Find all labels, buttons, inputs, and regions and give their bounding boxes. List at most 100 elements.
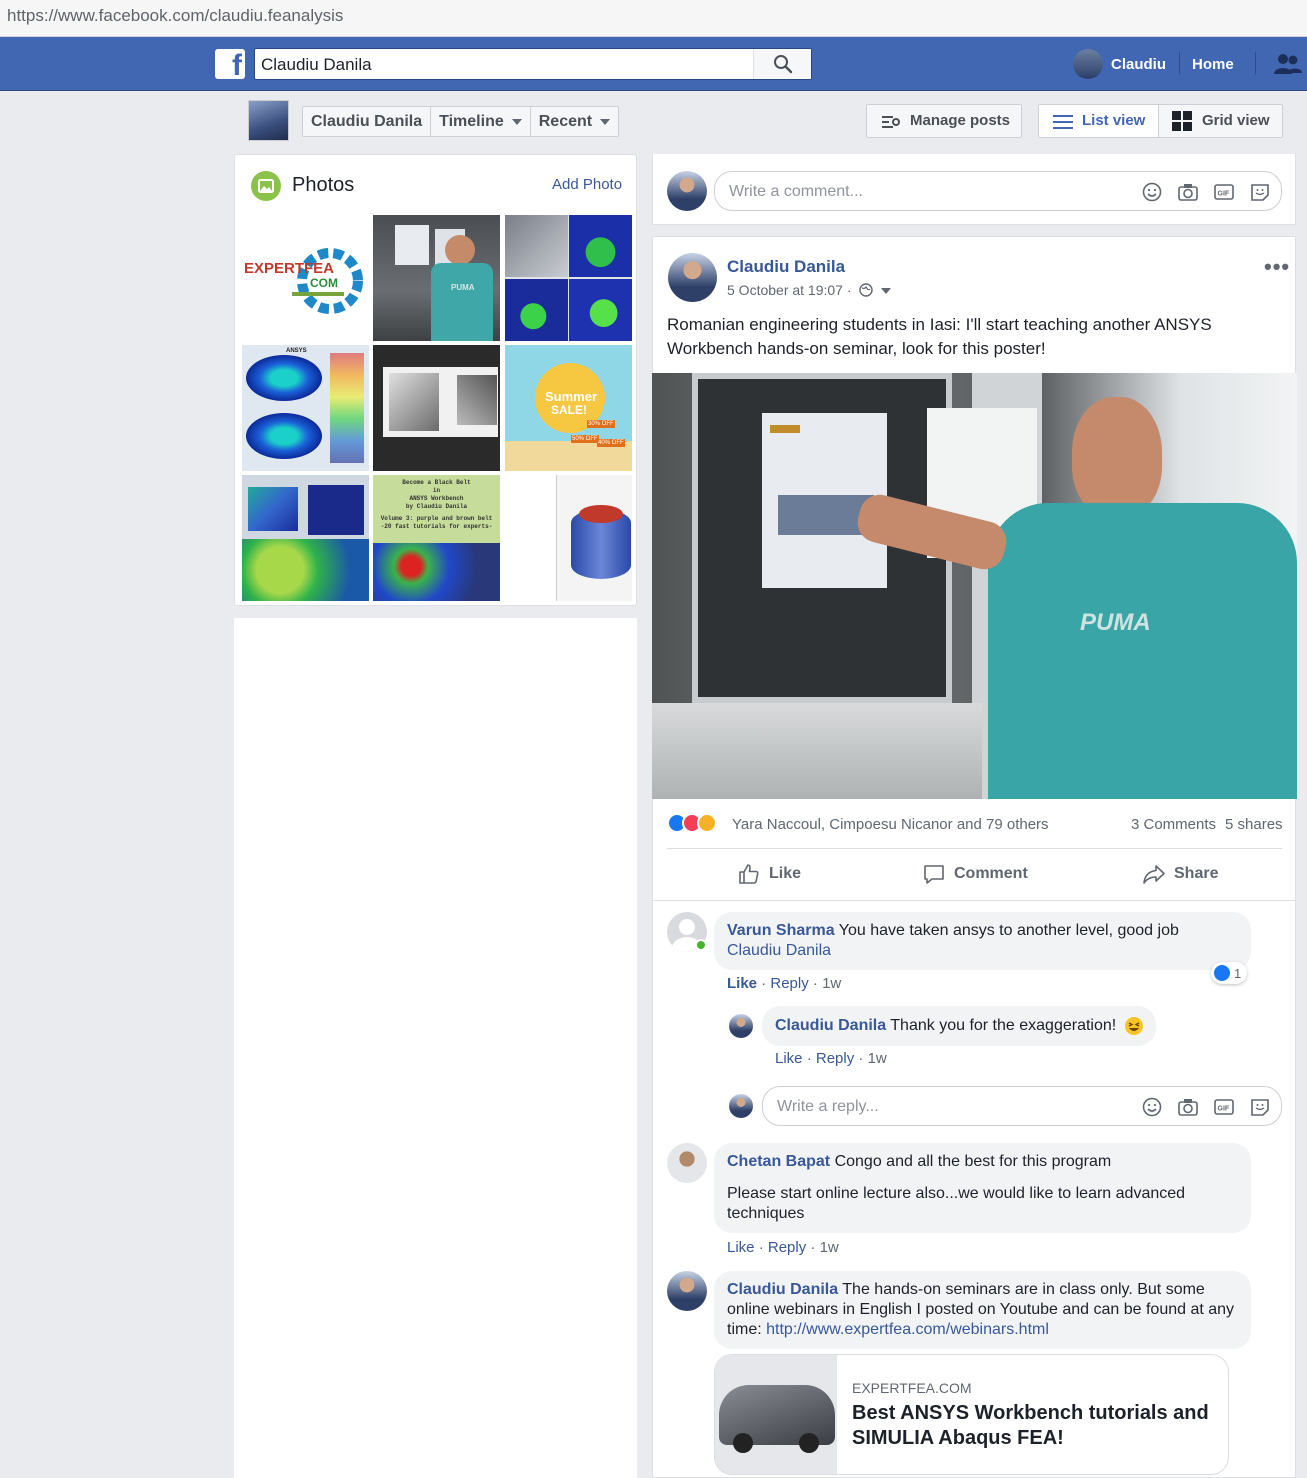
reply-like-link[interactable]: Like — [775, 1050, 803, 1067]
home-link[interactable]: Home — [1192, 56, 1234, 73]
friend-requests-icon[interactable] — [1272, 52, 1302, 76]
grid-view-button[interactable]: Grid view — [1160, 105, 1284, 137]
top-user-name[interactable]: Claudiu — [1111, 56, 1166, 73]
commenter-avatar[interactable] — [667, 171, 707, 211]
post-options-button[interactable]: ••• — [1264, 254, 1290, 280]
commenter-avatar[interactable] — [667, 1271, 707, 1311]
add-photo-link[interactable]: Add Photo — [552, 176, 622, 193]
fea-plate-image — [246, 355, 322, 401]
chevron-down-icon — [511, 118, 522, 125]
emoji-icon[interactable] — [1141, 181, 1163, 203]
search-box[interactable] — [254, 48, 812, 80]
timeline-dropdown[interactable]: Timeline — [431, 107, 531, 136]
comment-bubble: Chetan Bapat Congo and all the best for … — [714, 1143, 1251, 1233]
fea-result-image — [569, 215, 632, 277]
mention-link[interactable]: Claudiu Danila — [727, 942, 831, 959]
shares-count[interactable]: 5 shares — [1225, 816, 1283, 833]
poster-image — [395, 225, 429, 265]
cad-part-image — [389, 373, 439, 431]
sticker-icon[interactable] — [1249, 181, 1271, 203]
profile-name-button[interactable]: Claudiu Danila — [303, 107, 432, 136]
post-timestamp[interactable]: 5 October at 19:07 · — [727, 282, 892, 298]
photo-thumbnail[interactable] — [505, 215, 632, 341]
photo-thumbnail[interactable]: Become a Black Belt in ANSYS Workbench b… — [373, 475, 500, 601]
reply-author[interactable]: Claudiu Danila — [775, 1017, 886, 1034]
photo-thumbnail[interactable] — [505, 475, 632, 601]
webinars-link[interactable]: http://www.expertfea.com/webinars.html — [766, 1321, 1049, 1338]
facebook-logo-icon[interactable]: f — [215, 49, 245, 82]
comment-input[interactable]: Write a comment... GIF — [714, 171, 1282, 211]
comment-reply-link[interactable]: Reply — [770, 975, 808, 992]
share-button[interactable]: Share — [1142, 862, 1218, 886]
recent-dropdown[interactable]: Recent — [531, 107, 618, 136]
fea-result-image — [569, 279, 632, 341]
audience-dropdown-icon[interactable] — [881, 288, 892, 295]
person-face — [445, 235, 475, 265]
reply-actions: Like · Reply · 1w — [775, 1050, 887, 1067]
person-face — [1072, 397, 1162, 517]
gif-icon[interactable]: GIF — [1213, 1096, 1235, 1118]
comment-bubble-icon — [924, 865, 944, 884]
comment-bubble: Varun Sharma You have taken ansys to ano… — [714, 912, 1251, 970]
post-author-name[interactable]: Claudiu Danila — [727, 257, 845, 277]
reply-text: Thank you for the exaggeration! — [890, 1017, 1117, 1034]
gif-icon[interactable]: GIF — [1213, 181, 1235, 203]
browser-url-bar[interactable]: https://www.facebook.com/claudiu.feanaly… — [0, 0, 1307, 37]
reply-reply-link[interactable]: Reply — [816, 1050, 854, 1067]
post-photo[interactable]: PUMA — [652, 373, 1297, 799]
reaction-names[interactable]: Yara Naccoul, Cimpoesu Nicanor and 79 ot… — [732, 816, 1049, 833]
reply-author-avatar[interactable] — [729, 1014, 753, 1038]
settings-sliders-icon — [882, 116, 900, 128]
photo-thumbnail[interactable]: PUMA — [373, 215, 500, 341]
sticker-icon[interactable] — [1249, 1096, 1271, 1118]
comment-author[interactable]: Chetan Bapat — [727, 1153, 830, 1170]
divider — [652, 900, 1296, 901]
comment-author[interactable]: Claudiu Danila — [727, 1281, 838, 1298]
post-author-avatar[interactable] — [668, 253, 717, 302]
reply-time[interactable]: 1w — [868, 1050, 887, 1067]
person-tshirt: PUMA — [988, 503, 1297, 799]
comment-time[interactable]: 1w — [820, 1239, 839, 1256]
photo-thumbnail[interactable]: ANSYS — [242, 475, 369, 601]
list-icon — [1053, 115, 1073, 129]
comment-text: Please start online lecture also...we wo… — [727, 1185, 1186, 1222]
globe-icon[interactable] — [859, 283, 874, 297]
comment-time[interactable]: 1w — [822, 975, 841, 992]
comment-like-link[interactable]: Like — [727, 975, 757, 992]
manage-posts-button[interactable]: Manage posts — [866, 104, 1022, 138]
link-preview-image — [715, 1355, 837, 1474]
comment-reply-link[interactable]: Reply — [768, 1239, 806, 1256]
emoji-icon[interactable] — [1141, 1096, 1163, 1118]
top-user-avatar[interactable] — [1073, 49, 1103, 79]
camera-icon[interactable] — [1177, 1096, 1199, 1118]
reply-composer-avatar[interactable] — [729, 1094, 753, 1118]
url-text[interactable]: https://www.facebook.com/claudiu.feanaly… — [7, 6, 343, 26]
comment-author[interactable]: Varun Sharma — [727, 922, 835, 939]
like-button[interactable]: Like — [737, 862, 801, 886]
photo-thumbnail[interactable]: EXPERTFEA COM — [242, 215, 369, 341]
reply-input[interactable]: Write a reply... GIF — [762, 1086, 1282, 1126]
photo-thumbnail[interactable]: Summer SALE! 30% OFF 50% OFF 40% OFF — [505, 345, 632, 471]
commenter-avatar[interactable] — [667, 1143, 707, 1183]
photos-title: Photos — [292, 174, 355, 196]
photo-thumbnail[interactable] — [373, 345, 500, 471]
share-arrow-icon — [1143, 865, 1165, 884]
search-input[interactable] — [261, 54, 751, 76]
search-button[interactable] — [753, 49, 811, 79]
wow-reaction-icon — [697, 813, 717, 833]
camera-icon[interactable] — [1177, 181, 1199, 203]
comment-button[interactable]: Comment — [922, 862, 1028, 886]
comment-reaction-badge[interactable]: 1 — [1211, 962, 1248, 984]
photo-thumbnail[interactable]: ANSYS — [242, 345, 369, 471]
comment-actions: Like · Reply · 1w — [727, 975, 842, 992]
link-preview-card[interactable]: EXPERTFEA.COM Best ANSYS Workbench tutor… — [714, 1354, 1229, 1475]
list-view-button[interactable]: List view — [1039, 105, 1159, 137]
laughing-emoji-icon — [1125, 1017, 1144, 1035]
nav-separator — [1255, 52, 1256, 74]
svg-text:GIF: GIF — [1218, 1106, 1230, 1113]
comment-like-link[interactable]: Like — [727, 1239, 755, 1256]
svg-text:COM: COM — [310, 276, 338, 290]
comments-count[interactable]: 3 Comments — [1131, 816, 1216, 833]
profile-thumbnail[interactable] — [248, 100, 289, 141]
reaction-icons[interactable] — [667, 813, 717, 833]
